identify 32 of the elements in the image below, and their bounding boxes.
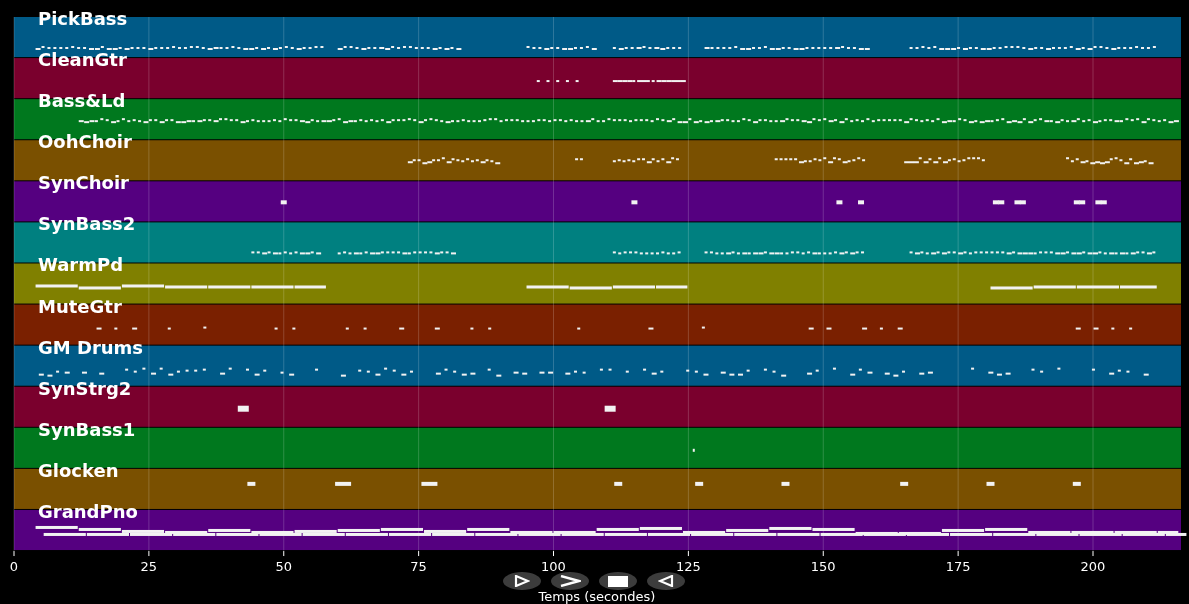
track-label: Bass&Ld	[38, 90, 126, 112]
stop-button[interactable]	[599, 572, 637, 590]
tick-label: 50	[275, 559, 292, 575]
tick-label: 100	[541, 559, 566, 575]
track-label: SynChoir	[38, 172, 129, 194]
track-label: SynStrg2	[38, 377, 132, 399]
track-label: OohChoir	[38, 131, 132, 153]
stop-icon	[608, 575, 628, 587]
track-label: SynBass1	[38, 418, 136, 440]
tick-label: 0	[9, 559, 19, 575]
track-label: GrandPno	[38, 500, 138, 522]
forward-button[interactable]	[551, 572, 589, 590]
tick-label: 200	[1080, 559, 1106, 575]
play-button[interactable]	[503, 572, 541, 590]
play-icon	[514, 575, 530, 587]
back-button[interactable]	[647, 572, 685, 590]
track-label: CleanGtr	[38, 49, 127, 71]
track-label: Glocken	[38, 459, 119, 481]
tick-label: 25	[140, 559, 158, 575]
axis-label: Temps (secondes)	[538, 589, 656, 604]
tick-label: 125	[675, 559, 701, 575]
tick-label: 175	[945, 559, 971, 575]
forward-icon	[559, 575, 581, 587]
back-icon	[658, 575, 674, 587]
tick-label: 150	[810, 559, 836, 575]
track-label: SynBass2	[38, 213, 136, 235]
note-pattern-drawing	[692, 448, 695, 452]
track-label: GM Drums	[38, 336, 144, 358]
tick-label: 75	[410, 559, 427, 575]
track-label: MuteGtr	[38, 295, 122, 317]
track-label: WarmPd	[38, 254, 124, 276]
track-label: PickBass	[38, 8, 128, 29]
